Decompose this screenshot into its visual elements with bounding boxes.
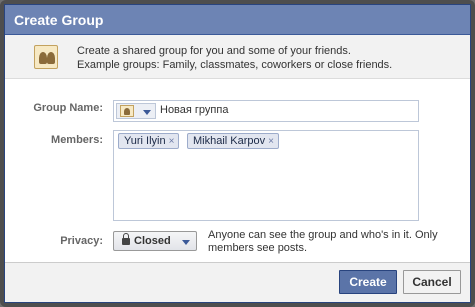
dialog-frame: Create Group Create a shared group for y… — [0, 0, 475, 307]
create-group-dialog: Create Group Create a shared group for y… — [4, 4, 471, 303]
create-button[interactable]: Create — [339, 270, 397, 294]
group-icon — [34, 45, 58, 69]
members-field[interactable]: Yuri Ilyin × Mikhail Karpov × — [113, 130, 419, 221]
lock-icon — [122, 233, 130, 245]
chevron-down-icon — [143, 110, 151, 115]
members-label: Members: — [51, 134, 103, 146]
privacy-value: Closed — [134, 235, 171, 247]
intro-text: Create a shared group for you and some o… — [77, 44, 392, 72]
privacy-description: Anyone can see the group and who's in it… — [208, 229, 438, 254]
member-token[interactable]: Yuri Ilyin × — [118, 133, 180, 149]
group-icon-selector[interactable] — [116, 103, 156, 119]
group-name-input[interactable] — [160, 104, 410, 116]
intro-panel: Create a shared group for you and some o… — [5, 35, 470, 79]
group-name-field[interactable] — [113, 100, 419, 122]
member-name: Yuri Ilyin — [124, 135, 166, 147]
privacy-label: Privacy: — [60, 235, 103, 247]
privacy-dropdown[interactable]: Closed — [113, 231, 197, 251]
group-name-label: Group Name: — [33, 102, 103, 114]
intro-line-2: Example groups: Family, classmates, cowo… — [77, 59, 393, 71]
group-icon — [120, 105, 134, 117]
cancel-button[interactable]: Cancel — [403, 270, 461, 294]
member-name: Mikhail Karpov — [193, 135, 266, 147]
dialog-title: Create Group — [5, 5, 470, 35]
member-token[interactable]: Mikhail Karpov × — [187, 133, 279, 149]
remove-member-icon[interactable]: × — [268, 136, 274, 147]
remove-member-icon[interactable]: × — [169, 136, 175, 147]
dialog-footer: Create Cancel — [5, 262, 470, 302]
chevron-down-icon — [182, 240, 190, 245]
intro-line-1: Create a shared group for you and some o… — [77, 45, 351, 57]
